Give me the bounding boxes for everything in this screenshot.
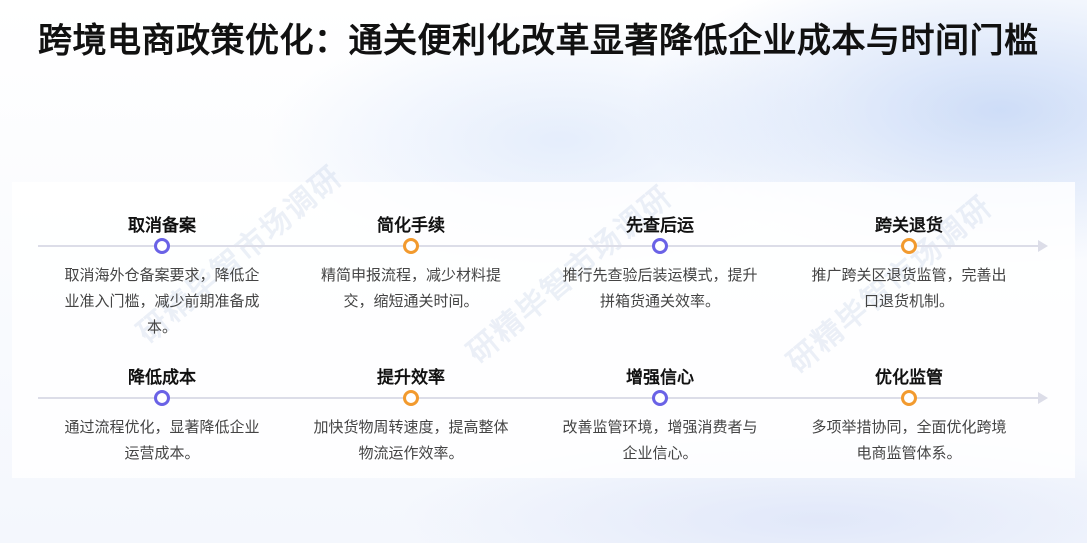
timeline-dot <box>403 238 419 254</box>
timeline-dot <box>652 238 668 254</box>
arrow-right-icon <box>1038 392 1048 404</box>
stage-description: 推行先查验后装运模式，提升拼箱货通关效率。 <box>562 266 758 310</box>
timeline-dot <box>154 238 170 254</box>
stage-description: 多项举措协同，全面优化跨境电商监管体系。 <box>811 418 1007 462</box>
stage-description: 推广跨关区退货监管，完善出口退货机制。 <box>811 266 1007 310</box>
stage-description: 精简申报流程，减少材料提交，缩短通关时间。 <box>320 266 501 310</box>
stage-description: 通过流程优化，显著降低企业运营成本。 <box>64 418 260 462</box>
stage-heading: 提升效率 <box>377 368 445 388</box>
stage-heading: 先查后运 <box>626 216 694 236</box>
timeline-row-1: 取消备案 取消海外仓备案要求，降低企业准入门槛，减少前期准备成本。 简化手续 精… <box>0 208 1087 336</box>
stage-heading: 降低成本 <box>128 368 196 388</box>
timeline-dot <box>154 390 170 406</box>
stage-heading: 跨关退货 <box>875 216 943 236</box>
stage-description: 改善监管环境，增强消费者与企业信心。 <box>562 418 758 462</box>
page-title: 跨境电商政策优化：通关便利化改革显著降低企业成本与时间门槛 <box>38 21 1039 61</box>
timeline-axis <box>38 245 1041 247</box>
timeline-dot <box>901 390 917 406</box>
timeline-dot <box>652 390 668 406</box>
stage-description: 加快货物周转速度，提高整体物流运作效率。 <box>313 418 509 462</box>
stage-description: 取消海外仓备案要求，降低企业准入门槛，减少前期准备成本。 <box>64 266 260 336</box>
timeline-row-2: 降低成本 通过流程优化，显著降低企业运营成本。 提升效率 加快货物周转速度，提高… <box>0 360 1087 470</box>
timeline-dot <box>403 390 419 406</box>
arrow-right-icon <box>1038 240 1048 252</box>
stage-heading: 取消备案 <box>128 216 196 236</box>
stage-heading: 增强信心 <box>626 368 694 388</box>
timeline-dot <box>901 238 917 254</box>
stage-heading: 优化监管 <box>875 368 943 388</box>
timeline-axis <box>38 397 1041 399</box>
stage-heading: 简化手续 <box>377 216 445 236</box>
